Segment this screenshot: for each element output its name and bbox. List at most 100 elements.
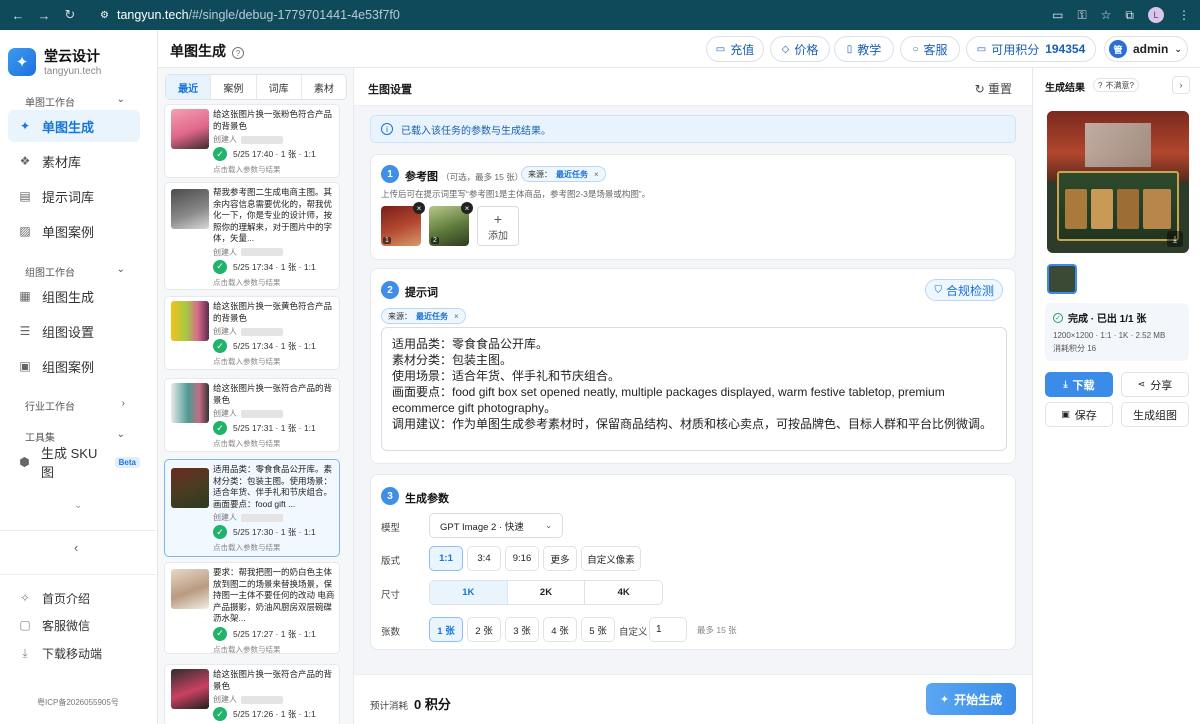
group-industry-workbench[interactable]: 行业工作台 ›: [25, 398, 125, 413]
history-card[interactable]: 给这张图片换一张黄色符合产品的背景色 创建人 ✓ 5/25 17:34 · 1 张…: [164, 296, 340, 370]
address-bar[interactable]: ⚙ tangyun.tech/#/single/debug-1779701441…: [92, 4, 1032, 26]
history-card-selected[interactable]: 适用品类：零食食品公开库。素材分类：包装主图。使用场景：适合年货、伴手礼和节庆组…: [164, 459, 340, 557]
ratio-option[interactable]: 3:4: [467, 546, 501, 571]
generate-group-button[interactable]: 生成组图: [1121, 402, 1189, 427]
tab-cases[interactable]: 案例: [211, 75, 257, 99]
close-icon[interactable]: ×: [594, 170, 599, 179]
scroll-down-icon[interactable]: ⌄: [74, 500, 82, 511]
result-panel: 生成结果 ? 不满意? › ⤓ ✓ 完成 · 已出 1/1 张 1200×1200 …: [1032, 68, 1200, 724]
sidebar-item-single-gen[interactable]: ✦ 单图生成: [8, 110, 140, 142]
history-card[interactable]: 要求：帮我把图一的奶白色主体放到图二的场景来替换场景，保持图一主体不要任何的改动…: [164, 562, 340, 654]
star-icon[interactable]: ☆: [1101, 8, 1112, 22]
footer-home-intro[interactable]: ✧ 首页介绍: [8, 585, 140, 611]
count-option[interactable]: 1 张: [429, 617, 463, 642]
sidebar-item-group-cases[interactable]: ▣ 组图案例: [8, 350, 140, 382]
group-group-workbench[interactable]: 组图工作台 ⌄: [25, 264, 125, 279]
icp-license[interactable]: 粤ICP备2026055905号: [37, 697, 119, 708]
step-number: 1: [381, 165, 399, 183]
sparkle-icon: ✦: [19, 119, 31, 133]
prompt-textarea[interactable]: 适用品类：零食食品公开库。 素材分类：包装主图。 使用场景：适合年货、伴手礼和节…: [381, 327, 1007, 451]
collapse-sidebar-icon[interactable]: ‹: [74, 540, 78, 555]
download-button[interactable]: ⤓ 下载: [1045, 372, 1113, 397]
cast-icon[interactable]: ▭: [1052, 8, 1063, 22]
service-button[interactable]: ○ 客服: [900, 36, 960, 62]
size-option[interactable]: 1K: [430, 581, 508, 604]
close-icon[interactable]: ×: [461, 202, 473, 214]
ratio-option[interactable]: 1:1: [429, 546, 463, 571]
brand-name: 堂云设计: [44, 48, 100, 64]
group-tools[interactable]: 工具集 ⌄: [25, 429, 125, 444]
tab-recent[interactable]: 最近: [166, 75, 212, 99]
site-info-icon[interactable]: ⚙: [100, 10, 109, 21]
result-spec: 1200×1200 · 1:1 · 1K · 2.52 MB: [1053, 331, 1166, 340]
compliance-check-button[interactable]: ⛉ 合规检测: [925, 279, 1003, 301]
add-reference-button[interactable]: + 添加: [477, 206, 519, 246]
tab-assets[interactable]: 素材: [302, 75, 346, 99]
share-button[interactable]: ⋖ 分享: [1121, 372, 1189, 397]
group-single-workbench[interactable]: 单图工作台 ⌄: [25, 94, 125, 109]
footer-wechat[interactable]: ▢ 客服微信: [8, 612, 140, 638]
start-generate-button[interactable]: ✦ 开始生成: [926, 683, 1016, 715]
unsatisfied-button[interactable]: ? 不满意?: [1093, 78, 1139, 92]
sidebar-item-single-cases[interactable]: ▨ 单图案例: [8, 215, 140, 247]
check-icon: ✓: [213, 525, 227, 539]
reset-button[interactable]: ↻ 重置: [975, 80, 1012, 97]
sidebar-item-sku[interactable]: ⬢ 生成 SKU 图 Beta: [8, 446, 140, 480]
history-card[interactable]: 帮我参考图二生成电商主图。其余内容信息需要优化的，帮我优化一下，你是专业的设计师…: [164, 182, 340, 290]
key-icon[interactable]: ⚿: [1078, 8, 1087, 23]
recharge-button[interactable]: ▭ 充值: [706, 36, 764, 62]
sidebar-item-assets[interactable]: ❖ 素材库: [8, 145, 140, 177]
tutorial-button[interactable]: ▯ 教学: [834, 36, 894, 62]
sidebar-item-prompts[interactable]: ▤ 提示词库: [8, 180, 140, 212]
chevron-down-icon: ⌄: [545, 521, 552, 530]
help-icon[interactable]: ?: [232, 47, 244, 59]
forward-icon[interactable]: →: [36, 8, 52, 23]
close-icon[interactable]: ×: [413, 202, 425, 214]
history-card[interactable]: 给这张图片换一张粉色符合产品的背景色 创建人 ✓ 5/25 17:40 · 1 张…: [164, 104, 340, 178]
back-icon[interactable]: ←: [10, 8, 26, 23]
points-button[interactable]: ▭ 可用积分 194354: [966, 36, 1096, 62]
history-card[interactable]: 给这张图片换一张符合产品的背景色 创建人 ✓ 5/25 17:31 · 1 张 ·…: [164, 378, 340, 452]
count-option[interactable]: 5 张: [581, 617, 615, 642]
admin-menu[interactable]: 管 admin ⌄: [1104, 36, 1188, 62]
history-card[interactable]: 给这张图片换一张符合产品的背景色 创建人 ✓ 5/25 17:26 · 1 张 ·…: [164, 664, 340, 724]
custom-count-input[interactable]: 1: [649, 617, 687, 642]
size-option[interactable]: 2K: [508, 581, 586, 604]
points-value: 194354: [1045, 42, 1086, 56]
sliders-icon: ☰: [19, 324, 31, 338]
count-option[interactable]: 2 张: [467, 617, 501, 642]
ratio-option[interactable]: 9:16: [505, 546, 539, 571]
price-button[interactable]: ◇ 价格: [770, 36, 830, 62]
result-image[interactable]: ⤓: [1047, 111, 1189, 253]
size-option[interactable]: 4K: [585, 581, 662, 604]
ratio-option[interactable]: 自定义像素: [581, 546, 641, 571]
download-icon[interactable]: ⤓: [1167, 231, 1183, 247]
model-select[interactable]: GPT Image 2 · 快速 ⌄: [429, 513, 563, 538]
ratio-option[interactable]: 更多: [543, 546, 577, 571]
shield-icon: ⛉: [934, 284, 942, 296]
extensions-icon[interactable]: ⧉: [1125, 8, 1134, 23]
chevron-down-icon: ⌄: [116, 94, 125, 105]
profile-avatar[interactable]: L: [1148, 7, 1164, 23]
tab-prompts[interactable]: 词库: [257, 75, 302, 99]
count-option[interactable]: 4 张: [543, 617, 577, 642]
brand-logo[interactable]: ✦ 堂云设计 tangyun.tech: [8, 46, 101, 77]
step-number: 2: [381, 281, 399, 299]
more-icon[interactable]: ⋮: [1178, 8, 1190, 22]
result-thumbnail[interactable]: [1047, 264, 1077, 294]
sparkle-icon: ✦: [939, 693, 950, 706]
chevron-right-icon[interactable]: ›: [1172, 76, 1190, 94]
close-icon[interactable]: ×: [454, 312, 459, 321]
reference-title: 参考图 （可选，最多 15 张）: [405, 171, 524, 183]
reference-image-2[interactable]: × 2: [429, 202, 473, 246]
save-button[interactable]: ▣ 保存: [1045, 402, 1113, 427]
footer-download-mobile[interactable]: ⤓ 下载移动端: [8, 640, 140, 666]
box-icon: ⬢: [19, 455, 30, 469]
check-icon: ✓: [213, 707, 227, 721]
sidebar-item-group-settings[interactable]: ☰ 组图设置: [8, 315, 140, 347]
sidebar-item-group-gen[interactable]: ▦ 组图生成: [8, 280, 140, 312]
reference-image-1[interactable]: × 1: [381, 202, 425, 246]
count-option[interactable]: 3 张: [505, 617, 539, 642]
reload-icon[interactable]: ↻: [62, 7, 78, 23]
brand-domain: tangyun.tech: [44, 66, 102, 77]
